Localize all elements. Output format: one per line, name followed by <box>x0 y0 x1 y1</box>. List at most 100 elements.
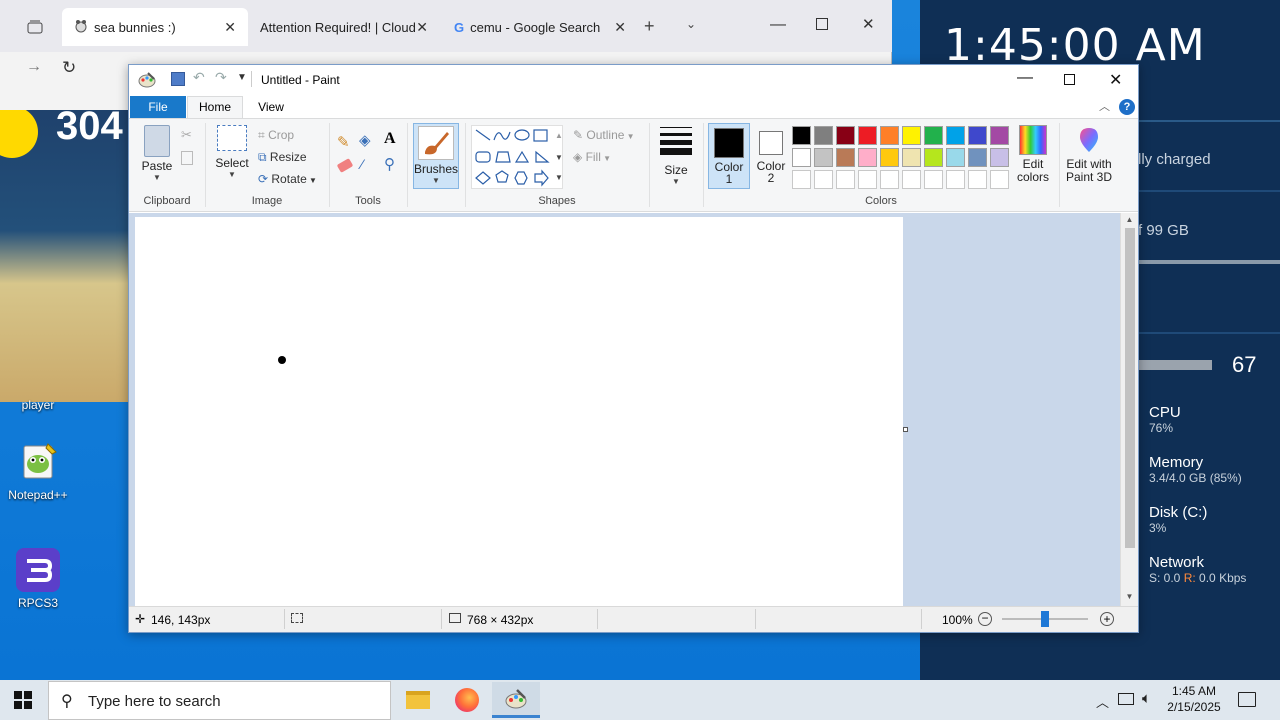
tab-view[interactable]: View <box>245 96 297 118</box>
tab-actions-icon[interactable] <box>22 16 48 38</box>
brushes-button[interactable]: Brushes ▼ <box>413 123 459 189</box>
windows-start-icon[interactable] <box>14 691 32 712</box>
paste-button[interactable]: Paste ▼ <box>137 125 177 182</box>
custom-color-slot[interactable] <box>792 170 811 189</box>
shapes-gallery[interactable] <box>471 125 563 189</box>
palette-swatch[interactable] <box>902 148 921 167</box>
palette-swatch[interactable] <box>968 148 987 167</box>
custom-color-slot[interactable] <box>946 170 965 189</box>
taskbar-firefox[interactable] <box>443 682 491 718</box>
color-picker-icon[interactable]: ⁄ <box>361 156 363 172</box>
close-icon[interactable]: ✕ <box>862 15 875 33</box>
palette-swatch[interactable] <box>990 148 1009 167</box>
tab-sea-bunnies[interactable]: sea bunnies :) ✕ <box>62 8 248 46</box>
close-icon[interactable]: ✕ <box>416 19 428 36</box>
edit-with-paint3d-button[interactable]: Edit with Paint 3D <box>1063 125 1115 184</box>
fill-button[interactable]: ◈ Fill ▼ <box>573 150 611 164</box>
scroll-down-icon[interactable]: ▼ <box>1121 592 1138 601</box>
resize-button[interactable]: ⧉ Resize <box>258 150 307 165</box>
drawing-canvas[interactable] <box>135 217 903 607</box>
zoom-out-icon[interactable]: − <box>978 612 992 626</box>
forward-icon[interactable]: → <box>26 58 42 76</box>
refresh-icon[interactable]: ↻ <box>62 58 76 78</box>
network-icon[interactable] <box>1118 693 1134 705</box>
undo-icon[interactable]: ↶ <box>193 69 205 86</box>
desktop-icon-player[interactable]: player <box>0 398 76 412</box>
custom-color-slot[interactable] <box>858 170 877 189</box>
chevron-down-icon[interactable]: ⌄ <box>686 17 696 31</box>
color1-button[interactable]: Color 1 <box>708 123 750 189</box>
perf-cpu[interactable]: CPU 76% <box>1149 404 1181 435</box>
palette-swatch[interactable] <box>946 148 965 167</box>
rotate-button[interactable]: ⟳ Rotate ▼ <box>258 172 317 186</box>
palette-swatch[interactable] <box>792 148 811 167</box>
maximize-icon[interactable] <box>816 18 828 30</box>
help-icon[interactable]: ? <box>1119 99 1135 115</box>
new-tab-icon[interactable]: + <box>644 16 655 37</box>
taskbar-file-explorer[interactable] <box>394 682 442 718</box>
taskbar-paint[interactable] <box>492 682 540 718</box>
palette-swatch[interactable] <box>836 148 855 167</box>
palette-swatch[interactable] <box>814 126 833 145</box>
tab-home[interactable]: Home <box>187 96 243 119</box>
desktop-icon-notepadpp[interactable]: Notepad++ <box>0 440 76 502</box>
shapes-scroll-up-icon[interactable]: ▲ <box>555 131 563 140</box>
shapes-scroll-down-icon[interactable]: ▼ <box>555 153 563 162</box>
redo-icon[interactable]: ↷ <box>215 69 227 86</box>
zoom-in-icon[interactable]: + <box>1100 612 1114 626</box>
quick-access-dropdown-icon[interactable]: ▼ <box>237 72 247 83</box>
crop-button[interactable]: ⌗ Crop <box>258 128 294 143</box>
edit-colors-button[interactable]: Edit colors <box>1013 125 1053 184</box>
close-icon[interactable]: ✕ <box>614 19 626 36</box>
tray-chevron-up-icon[interactable]: ︿ <box>1096 692 1109 711</box>
color2-button[interactable]: Color 2 <box>751 123 791 184</box>
palette-swatch[interactable] <box>792 126 811 145</box>
zoom-slider-thumb[interactable] <box>1041 611 1049 627</box>
palette-swatch[interactable] <box>924 148 943 167</box>
fill-bucket-icon[interactable]: ◈ <box>359 131 371 149</box>
perf-disk[interactable]: Disk (C:) 3% <box>1149 504 1207 535</box>
collapse-ribbon-icon[interactable]: ︿ <box>1099 98 1110 114</box>
scroll-up-icon[interactable]: ▲ <box>1121 215 1138 224</box>
eraser-icon[interactable] <box>336 158 354 173</box>
tab-cloudflare[interactable]: Attention Required! | Cloudfla ✕ <box>248 8 440 46</box>
outline-button[interactable]: ✎ Outline ▼ <box>573 128 635 142</box>
copy-icon[interactable] <box>181 151 193 165</box>
canvas-resize-handle[interactable] <box>903 427 908 432</box>
shapes-expand-icon[interactable]: ▼ <box>555 173 563 182</box>
palette-swatch[interactable] <box>946 126 965 145</box>
palette-swatch[interactable] <box>902 126 921 145</box>
palette-swatch[interactable] <box>814 148 833 167</box>
palette-swatch[interactable] <box>858 148 877 167</box>
perf-memory[interactable]: Memory 3.4/4.0 GB (85%) <box>1149 454 1242 485</box>
minimize-icon[interactable]: — <box>1017 69 1033 87</box>
vertical-scrollbar[interactable]: ▲ ▼ <box>1120 213 1138 606</box>
maximize-icon[interactable] <box>1064 74 1075 85</box>
taskbar-clock[interactable]: 1:45 AM 2/15/2025 <box>1164 683 1224 715</box>
custom-color-slot[interactable] <box>880 170 899 189</box>
perf-network[interactable]: Network S: 0.0 R: 0.0 Kbps <box>1149 554 1246 585</box>
text-tool-icon[interactable]: A <box>384 130 396 148</box>
custom-color-slot[interactable] <box>814 170 833 189</box>
desktop-icon-rpcs3[interactable]: RPCS3 <box>0 548 76 610</box>
tab-google-search[interactable]: G cemu - Google Search ✕ <box>442 8 638 46</box>
custom-color-slot[interactable] <box>902 170 921 189</box>
scrollbar-thumb[interactable] <box>1124 228 1135 548</box>
palette-swatch[interactable] <box>880 126 899 145</box>
magnifier-icon[interactable]: ⚲ <box>384 155 395 173</box>
size-button[interactable]: Size ▼ <box>655 127 697 186</box>
custom-color-slot[interactable] <box>968 170 987 189</box>
close-icon[interactable]: ✕ <box>224 19 236 36</box>
palette-swatch[interactable] <box>990 126 1009 145</box>
cut-icon[interactable]: ✂ <box>181 127 192 143</box>
custom-color-slot[interactable] <box>836 170 855 189</box>
save-icon[interactable] <box>171 72 185 86</box>
palette-swatch[interactable] <box>880 148 899 167</box>
select-button[interactable]: Select ▼ <box>213 125 251 179</box>
palette-swatch[interactable] <box>836 126 855 145</box>
pencil-icon[interactable]: ✎ <box>337 133 350 151</box>
volume-icon[interactable]: 🔈︎ <box>1142 690 1151 707</box>
minimize-icon[interactable]: — <box>770 16 786 34</box>
palette-swatch[interactable] <box>924 126 943 145</box>
custom-color-slot[interactable] <box>990 170 1009 189</box>
